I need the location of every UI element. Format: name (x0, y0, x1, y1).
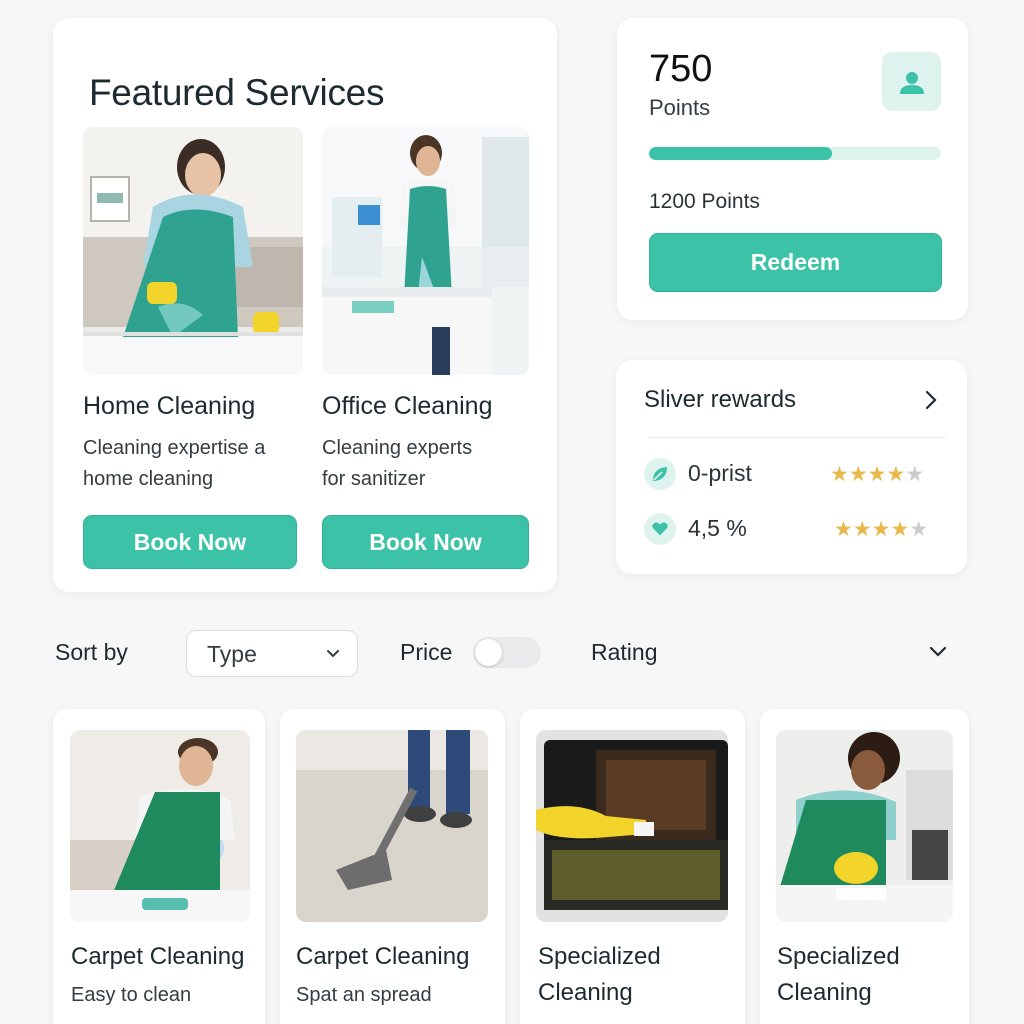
price-toggle[interactable] (473, 637, 541, 668)
oven-cleaning-photo (536, 730, 728, 922)
service-description: Cleaning expertise a home cleaning (83, 437, 266, 490)
kitchen-cleaning-photo (776, 730, 953, 922)
featured-services-card: Featured Services Home Cleaning Cleaning… (53, 18, 557, 592)
listing-name: Carpet Cleaning (71, 943, 245, 970)
carpet-vacuum-photo (296, 730, 488, 922)
listing-card[interactable]: Carpet Cleaning Spat an spread (280, 709, 505, 1024)
home-cleaning-photo (83, 127, 303, 375)
listing-name: Carpet Cleaning (296, 943, 470, 970)
type-select[interactable]: Type (186, 630, 358, 677)
carpet-cleaning-photo (70, 730, 250, 922)
listing-name: Specialized Cleaning (777, 943, 900, 1006)
listing-card[interactable]: Carpet Cleaning Easy to clean (53, 709, 265, 1024)
service-office-cleaning[interactable]: Office Cleaning Cleaning experts for san… (322, 127, 529, 569)
listing-card[interactable]: Specialized Cleaning (760, 709, 969, 1024)
toggle-knob (475, 639, 502, 666)
points-progress-fill (649, 147, 832, 160)
divider (648, 437, 946, 438)
service-description: Cleaning experts for sanitizer (322, 437, 473, 490)
reward-label: 4,5 % (688, 515, 747, 541)
rewards-title[interactable]: Sliver rewards (644, 386, 796, 414)
redeem-button[interactable]: Redeem (649, 233, 942, 292)
type-select-value: Type (207, 641, 257, 667)
heart-icon (644, 513, 676, 545)
reward-item[interactable]: 0-prist ★★★★★ (644, 458, 944, 490)
reward-label: 0-prist (688, 460, 752, 486)
sort-by-label: Sort by (55, 639, 128, 665)
points-value: 750 (649, 48, 713, 90)
featured-title: Featured Services (89, 72, 385, 113)
star-rating: ★★★★★ (834, 518, 929, 541)
book-now-button[interactable]: Book Now (83, 515, 297, 569)
listing-card[interactable]: Specialized Cleaning (520, 709, 745, 1024)
reward-item[interactable]: 4,5 % ★★★★★ (644, 513, 944, 545)
leaf-icon (644, 458, 676, 490)
listing-name: Specialized Cleaning (538, 943, 661, 1006)
book-now-button[interactable]: Book Now (322, 515, 529, 569)
user-icon[interactable] (882, 52, 941, 111)
chevron-down-icon (327, 650, 339, 658)
service-home-cleaning[interactable]: Home Cleaning Cleaning expertise a home … (83, 127, 303, 569)
service-name: Office Cleaning (322, 392, 493, 420)
points-progress-bar (649, 147, 941, 160)
points-goal: 1200 Points (649, 190, 760, 213)
rewards-card: Sliver rewards 0-prist ★★★★★ 4,5 % ★★★★★ (616, 360, 967, 574)
points-card: 750 Points 1200 Points Redeem (617, 18, 968, 320)
chevron-right-icon[interactable] (924, 390, 938, 410)
service-name: Home Cleaning (83, 392, 256, 420)
star-rating: ★★★★★ (830, 463, 925, 486)
office-cleaning-photo (322, 127, 529, 375)
chevron-down-icon[interactable] (928, 643, 948, 661)
price-label: Price (400, 639, 453, 665)
points-label: Points (649, 95, 711, 120)
rating-label[interactable]: Rating (591, 639, 657, 666)
listing-subtitle: Easy to clean (71, 984, 192, 1006)
listing-subtitle: Spat an spread (296, 984, 432, 1006)
